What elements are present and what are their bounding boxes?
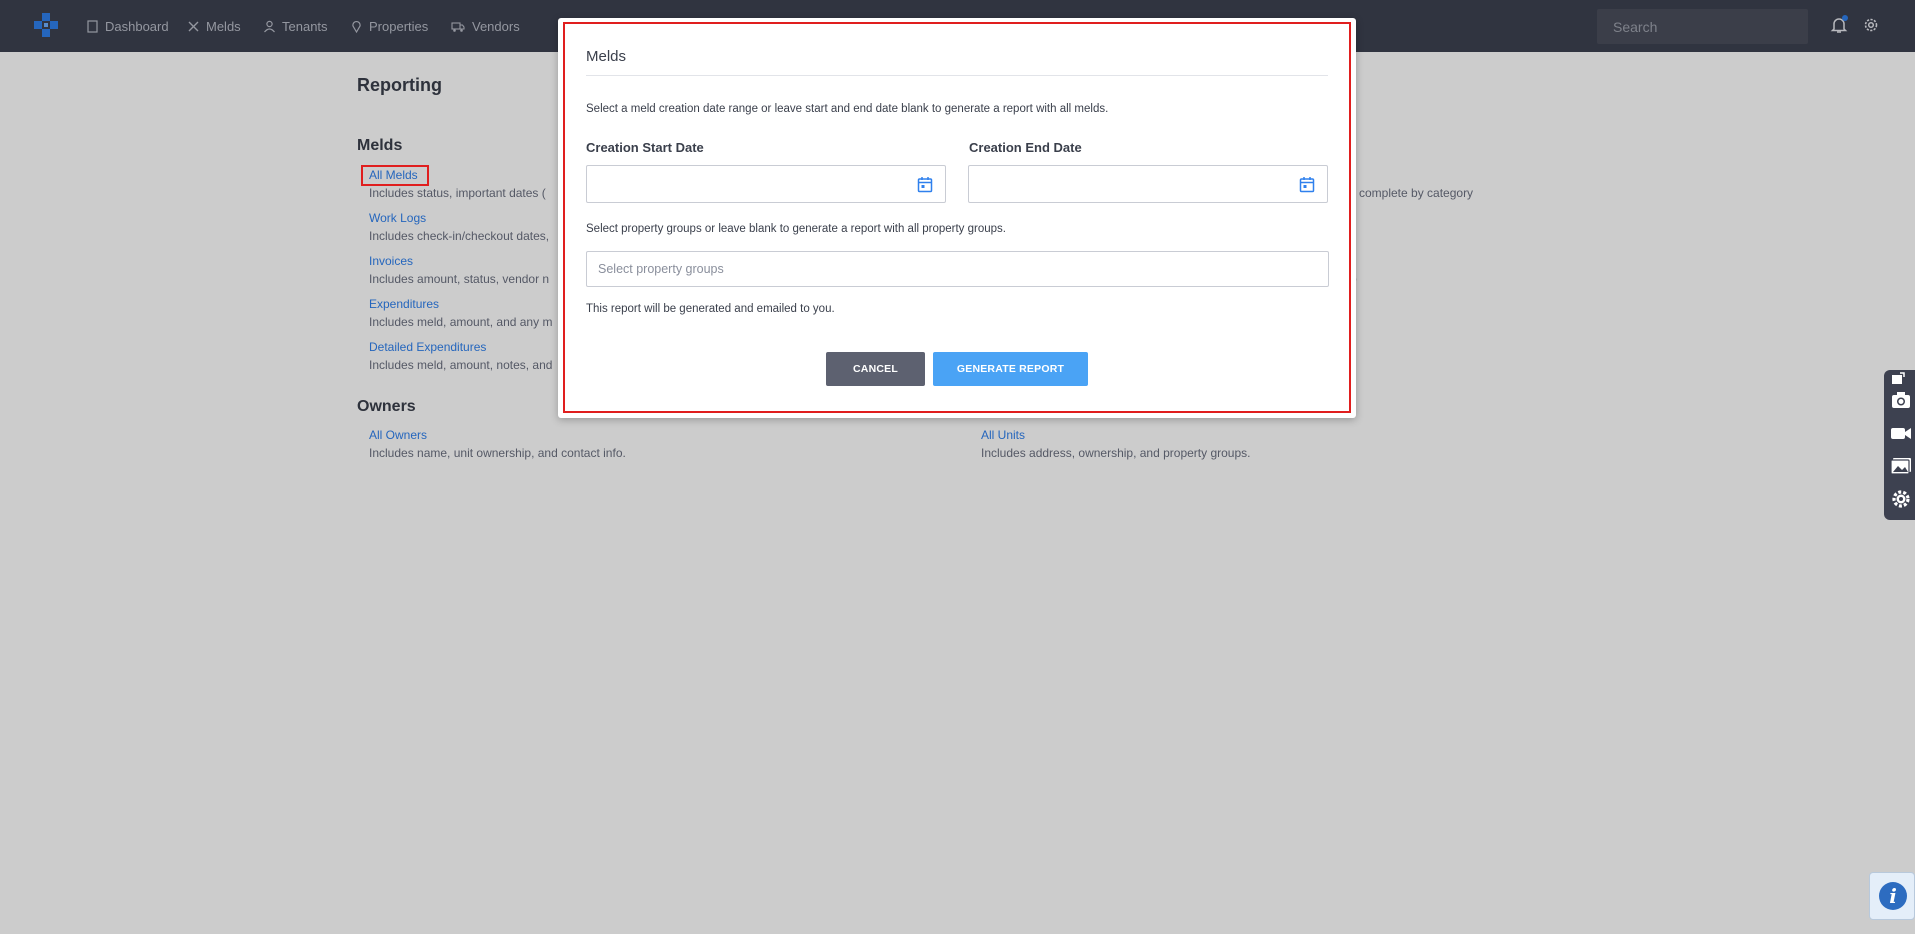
expand-icon[interactable]: [1890, 372, 1906, 386]
end-date-label: Creation End Date: [969, 140, 1082, 155]
melds-report-modal: Melds Select a meld creation date range …: [558, 18, 1356, 418]
video-camera-icon[interactable]: [1890, 423, 1912, 443]
camera-icon[interactable]: [1890, 390, 1912, 410]
settings-gear-icon[interactable]: [1890, 489, 1912, 509]
calendar-icon[interactable]: [917, 176, 933, 193]
property-groups-select[interactable]: Select property groups: [586, 251, 1329, 287]
start-date-label: Creation Start Date: [586, 140, 704, 155]
image-gallery-icon[interactable]: [1890, 456, 1912, 476]
help-info-button[interactable]: i: [1869, 872, 1915, 920]
modal-title: Melds: [586, 48, 627, 65]
screen-capture-toolbar: [1884, 370, 1915, 520]
date-range-instructions: Select a meld creation date range or lea…: [586, 103, 1109, 115]
property-groups-instructions: Select property groups or leave blank to…: [586, 223, 1006, 235]
generate-report-button[interactable]: GENERATE REPORT: [933, 352, 1088, 386]
cancel-button[interactable]: CANCEL: [826, 352, 925, 386]
modal-divider: [586, 75, 1328, 76]
creation-start-date-input[interactable]: [586, 165, 946, 203]
info-icon: i: [1879, 882, 1907, 910]
creation-end-date-input[interactable]: [968, 165, 1328, 203]
email-note: This report will be generated and emaile…: [586, 303, 835, 315]
all-melds-highlight: [361, 165, 429, 186]
calendar-icon[interactable]: [1299, 176, 1315, 193]
